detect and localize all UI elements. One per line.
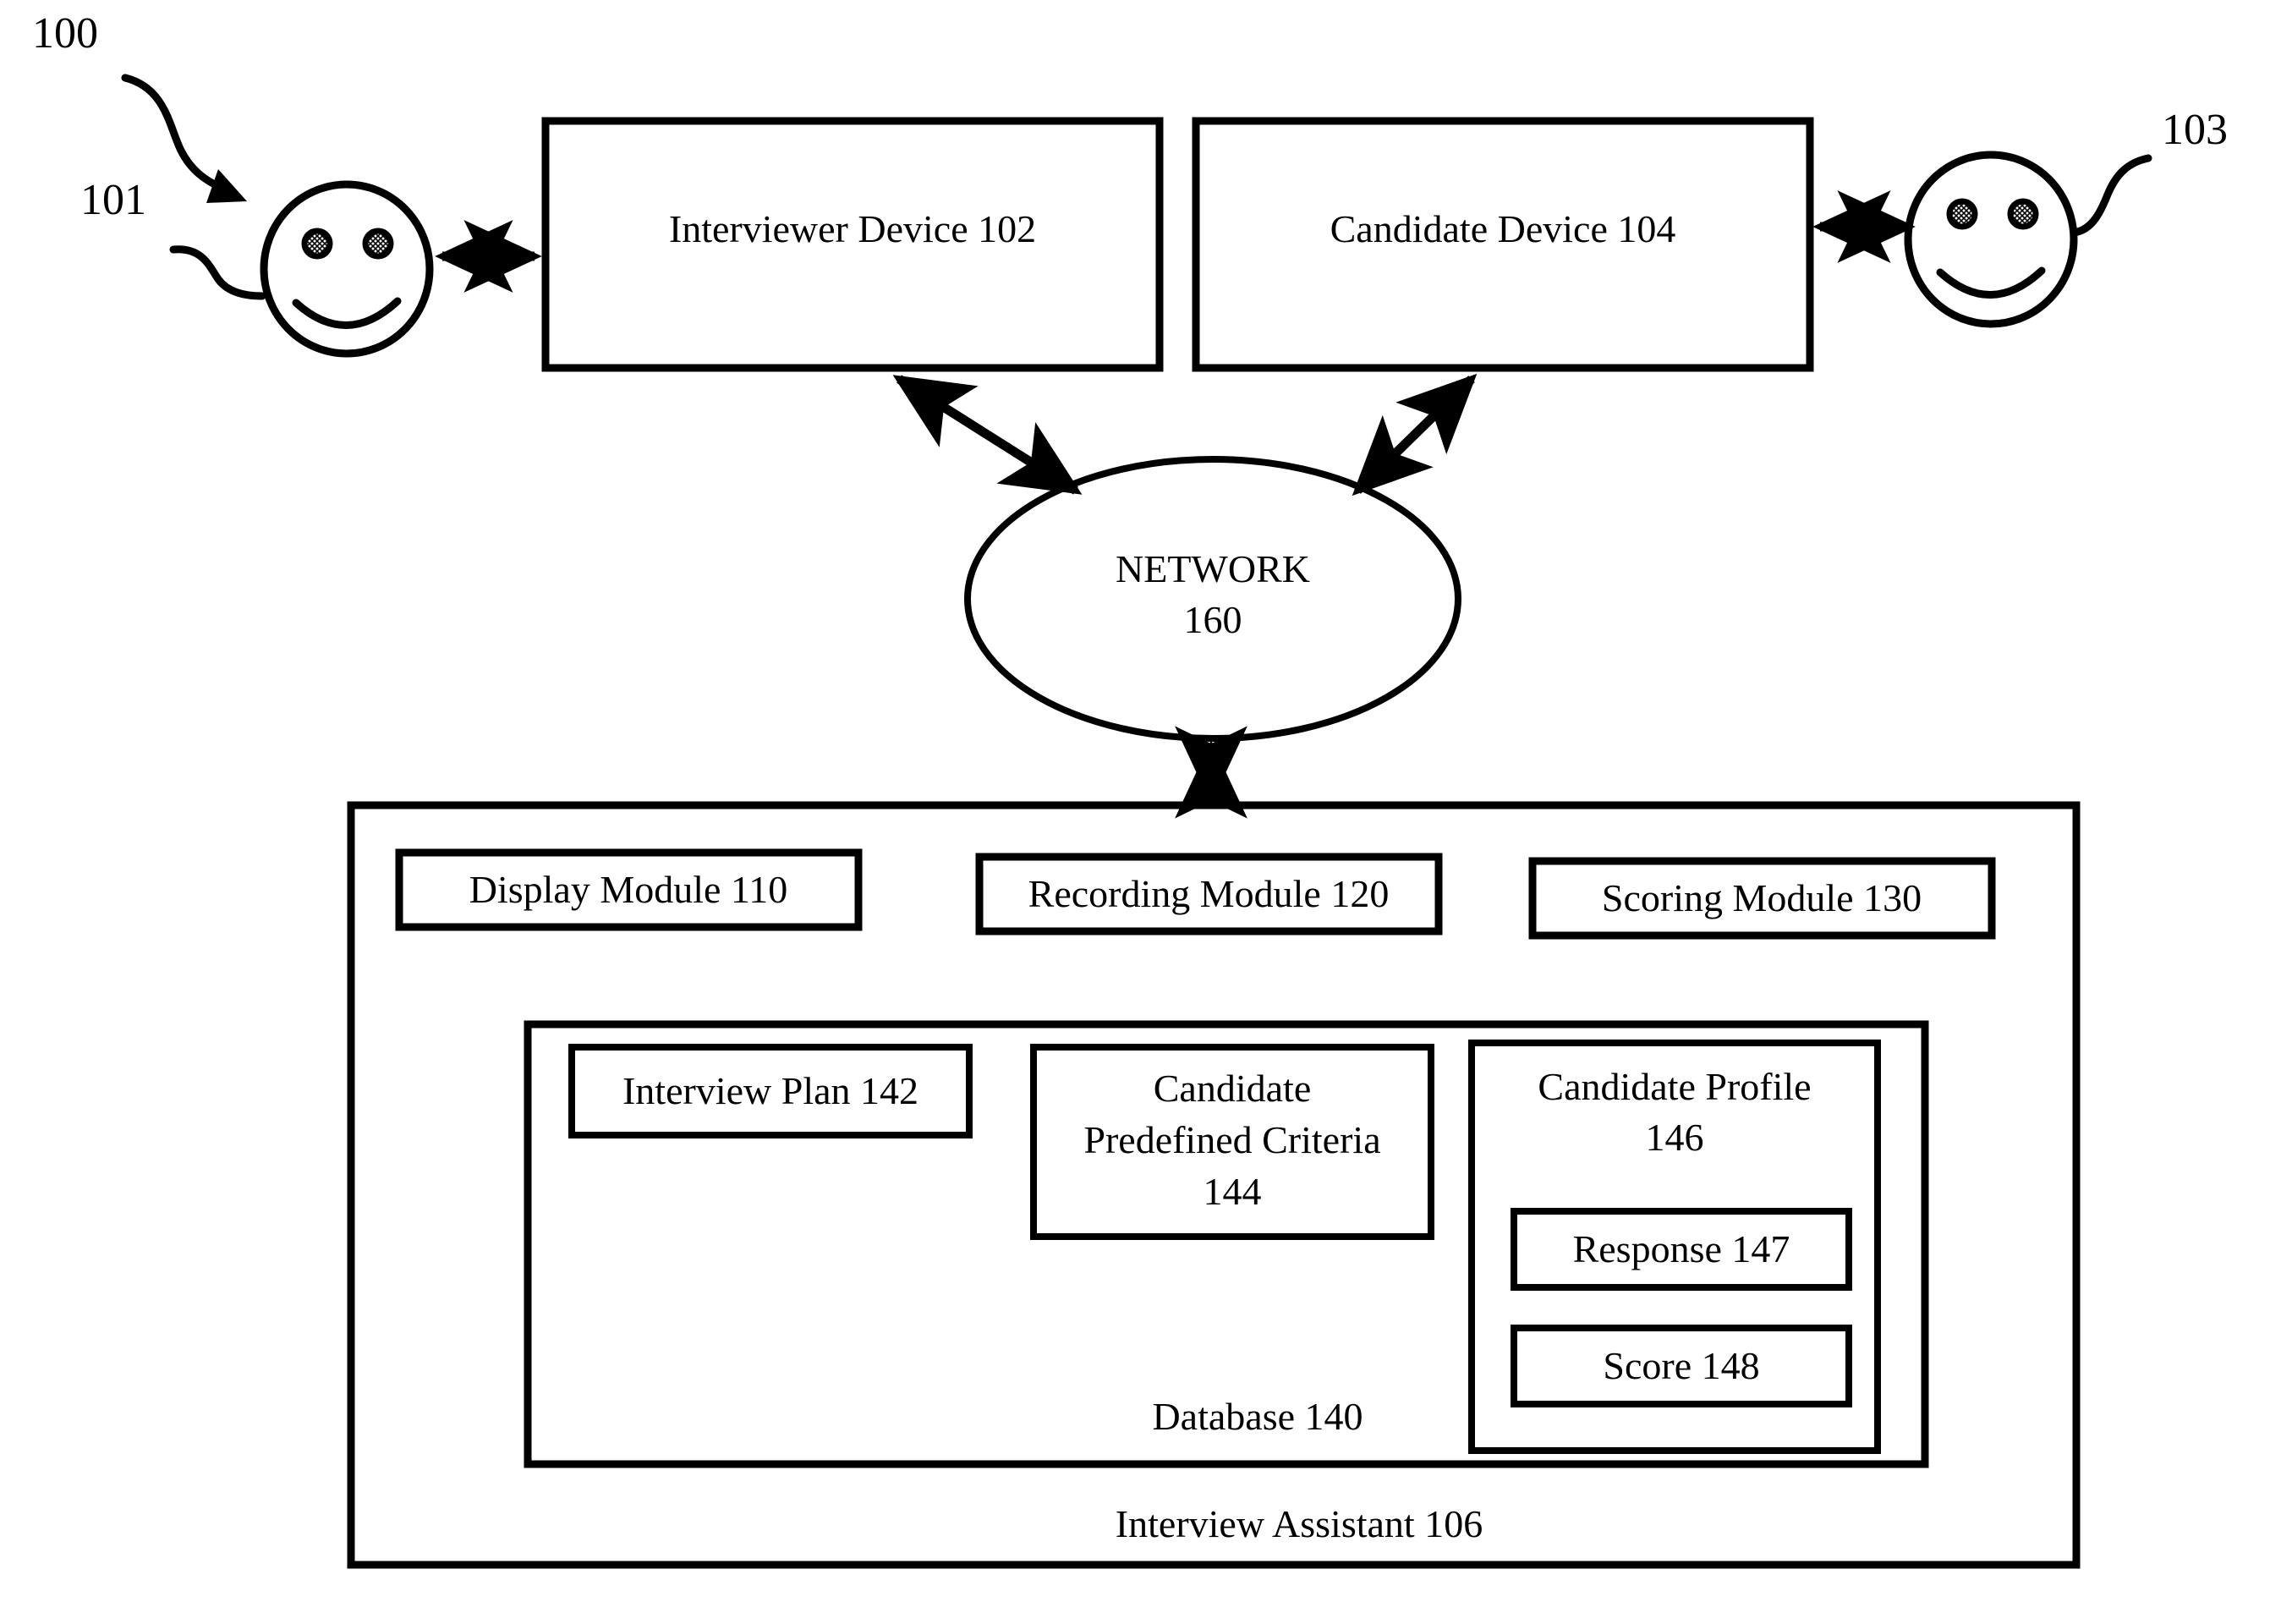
candidate-smiley-face [1904,151,2078,328]
database-label: Database 140 [1152,1395,1363,1438]
connector-network-to-candidate-device [1352,373,1478,497]
candidate-person-ref-label: 103 [2162,106,2228,154]
network-label-line2: 160 [1184,598,1242,641]
scoring-module-label: Scoring Module 130 [1602,876,1922,919]
candidate-predefined-criteria-line2: Predefined Criteria [1083,1118,1380,1161]
figure-number-label: 100 [32,9,98,58]
figure-number-callout: 100 [32,9,247,203]
display-module-node[interactable]: Display Module 110 [395,848,863,931]
interview-assistant-label: Interview Assistant 106 [1116,1502,1483,1545]
candidate-device-label: Candidate Device 104 [1330,207,1676,250]
interviewer-person-group: 101 [80,176,434,358]
interviewer-smiley-face [260,180,434,358]
interviewer-device-node[interactable]: Interviewer Device 102 [541,117,1164,372]
interview-assistant-node[interactable]: Display Module 110 Recording Module 120 … [347,801,2081,1569]
recording-module-node[interactable]: Recording Module 120 [975,853,1443,935]
candidate-person-leader [2070,154,2152,237]
candidate-person-group: 103 [1904,106,2228,328]
candidate-left-eye-icon [1946,198,1978,230]
candidate-predefined-criteria-line1: Candidate [1154,1067,1312,1110]
candidate-mouth-icon [1936,266,2046,299]
patent-figure-canvas: 100 101 103 Interviewer Device 102 Candi… [0,0,2281,1624]
connector-interviewer-device-to-network [892,375,1083,495]
interviewer-left-eye-icon [301,228,333,260]
database-node[interactable]: Interview Plan 142 Candidate Predefined … [524,1020,1929,1468]
response-node[interactable]: Response 147 [1511,1208,1852,1291]
response-label: Response 147 [1573,1227,1790,1270]
candidate-profile-node[interactable]: Candidate Profile 146 Response 147 Score… [1468,1040,1881,1454]
interview-plan-label: Interview Plan 142 [622,1069,918,1112]
network-node[interactable]: NETWORK 160 [964,456,1461,742]
display-module-label: Display Module 110 [469,868,788,911]
candidate-right-eye-icon [2007,198,2039,230]
candidate-device-node[interactable]: Candidate Device 104 [1192,117,1814,372]
candidate-profile-line2: 146 [1646,1116,1704,1159]
network-label-line1: NETWORK [1116,547,1310,590]
recording-module-label: Recording Module 120 [1028,872,1390,915]
interview-plan-node[interactable]: Interview Plan 142 [568,1044,973,1138]
score-label: Score 148 [1603,1344,1759,1387]
candidate-predefined-criteria-line3: 144 [1204,1170,1262,1213]
interviewer-device-label: Interviewer Device 102 [669,207,1036,250]
interviewer-mouth-icon [292,297,402,329]
system-architecture-diagram: 100 101 103 Interviewer Device 102 Candi… [32,9,2228,1569]
interviewer-person-ref-label: 101 [80,176,146,224]
candidate-predefined-criteria-node[interactable]: Candidate Predefined Criteria 144 [1030,1044,1434,1240]
scoring-module-node[interactable]: Scoring Module 130 [1528,857,1996,940]
score-node[interactable]: Score 148 [1511,1325,1852,1407]
interviewer-person-leader [169,245,266,300]
interviewer-right-eye-icon [362,228,394,260]
figure-number-leader [121,74,226,192]
figure-number-arrowhead [206,169,247,203]
candidate-profile-line1: Candidate Profile [1538,1065,1811,1108]
